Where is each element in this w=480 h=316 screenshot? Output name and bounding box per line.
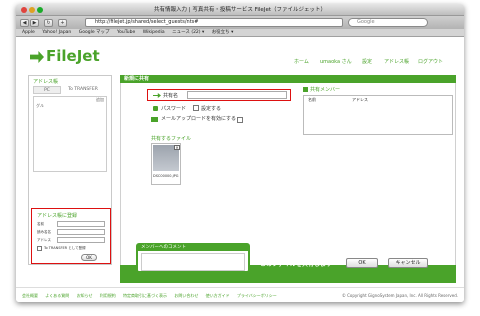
share-ok-button[interactable]: OK [346, 258, 378, 268]
group-label: グル [36, 103, 44, 108]
add-bookmark-button[interactable]: + [58, 19, 67, 27]
footer-link[interactable]: 使い方ガイド [206, 293, 230, 298]
close-window-icon[interactable] [21, 7, 27, 13]
file-thumbnail[interactable]: ✕ DSC00000.JPG [151, 143, 181, 185]
browser-window: 共有情報入力 | 写真共有・投稿サービス FileJet（ファイルジェット） ◀… [16, 4, 464, 302]
password-set-label: 設定する [201, 106, 222, 112]
members-title: 共有メンバー [310, 87, 341, 93]
register-reading-label: 読み名名 [37, 230, 51, 234]
register-transfer-label: To TRANSFER として登録 [44, 246, 86, 250]
comment-textarea[interactable] [141, 253, 245, 271]
file-name: DSC00000.JPG [153, 174, 179, 178]
share-form-panel: 共有名 パスワード 設定する メールアップロードを有効にする 共有メンバー 名前… [120, 83, 456, 265]
bookmark-item[interactable]: YouTube [117, 30, 135, 35]
footer-link[interactable]: 利用規約 [100, 293, 116, 298]
search-placeholder: Google [357, 19, 375, 25]
footer-link[interactable]: お問い合わせ [174, 293, 198, 298]
address-book-sidebar: アドレス帳 PC To TRANSFER グル 追加 アドレス帳に登録 名前 読… [28, 75, 112, 265]
page-content: FileJet ホーム umaoka さん 設定 アドレス帳 ログアウト アドレ… [16, 37, 464, 302]
forward-button[interactable]: ▶ [30, 19, 39, 27]
comment-title: メンバーへのコメント [138, 245, 248, 251]
nav-home[interactable]: ホーム [294, 58, 309, 65]
url-bar[interactable]: http://filejet.jp/shared/select_guests/n… [85, 18, 343, 27]
add-contact-button[interactable]: 追加 [96, 97, 104, 103]
bookmark-item[interactable]: ニュース (22) ▾ [172, 30, 204, 35]
register-address-label: アドレス [37, 238, 51, 242]
bookmark-item[interactable]: Yahoo! Japan [42, 30, 71, 35]
copyright: © Copyright GignoSystem Japan, Inc. All … [341, 293, 458, 298]
mail-upload-checkbox[interactable] [237, 117, 243, 123]
nav-settings[interactable]: 設定 [362, 58, 372, 65]
footer-link[interactable]: プライバシーポリシー [237, 293, 277, 298]
share-name-label: 共有名 [163, 93, 179, 99]
cancel-button[interactable]: キャンセル [388, 258, 428, 268]
members-table: 名前 アドレス [303, 95, 453, 135]
share-prompt: このファイルを共有します [260, 261, 333, 268]
minimize-window-icon[interactable] [29, 7, 35, 13]
mail-upload-label: メールアップロードを有効にする [161, 116, 237, 122]
comment-box: メンバーへのコメント [136, 243, 250, 273]
password-checkbox[interactable] [193, 105, 199, 111]
footer: 会社概要 よくある質問 お知らせ 利用規約 特定商取引に基づく表示 お問い合わせ… [16, 287, 464, 302]
filejet-logo-icon [30, 51, 44, 63]
back-button[interactable]: ◀ [20, 19, 29, 27]
contact-list[interactable]: グル 追加 [33, 96, 107, 172]
footer-link[interactable]: 特定商取引に基づく表示 [123, 293, 167, 298]
section-header: 新規に共有 [120, 75, 456, 83]
share-name-input[interactable] [187, 91, 287, 99]
nav-address-book[interactable]: アドレス帳 [384, 58, 409, 65]
logo[interactable]: FileJet [46, 47, 100, 65]
remove-file-icon[interactable]: ✕ [174, 145, 180, 150]
bookmark-item[interactable]: お役立ち ▾ [212, 30, 234, 35]
tab-to-transfer[interactable]: To TRANSFER [63, 86, 103, 94]
window-title: 共有情報入力 | 写真共有・投稿サービス FileJet（ファイルジェット） [154, 7, 326, 13]
mail-upload-icon [151, 117, 158, 122]
members-col-address: アドレス [352, 97, 368, 102]
register-name-label: 名前 [37, 222, 44, 226]
browser-toolbar: ◀ ▶ ↻ + http://filejet.jp/shared/select_… [16, 16, 464, 29]
members-col-name: 名前 [308, 97, 316, 102]
bookmarks-bar: Apple Yahoo! Japan Google マップ YouTube Wi… [16, 29, 464, 37]
password-label: パスワード [161, 106, 187, 112]
bookmark-item[interactable]: Wikipedia [143, 30, 165, 35]
bookmark-item[interactable]: Apple [22, 30, 35, 35]
reload-button[interactable]: ↻ [44, 19, 53, 27]
nav-user[interactable]: umaoka さん [320, 58, 352, 65]
sidebar-title: アドレス帳 [33, 79, 59, 85]
bookmark-item[interactable]: Google マップ [79, 30, 110, 35]
tab-pc[interactable]: PC [33, 86, 61, 94]
files-title: 共有するファイル [151, 136, 192, 142]
register-address-input[interactable] [57, 237, 105, 243]
register-name-input[interactable] [57, 221, 105, 227]
nav-logout[interactable]: ログアウト [418, 58, 443, 65]
zoom-window-icon[interactable] [37, 7, 43, 13]
register-ok-button[interactable]: OK [81, 254, 97, 261]
lock-icon [153, 106, 158, 111]
register-title: アドレス帳に登録 [37, 213, 78, 219]
footer-link[interactable]: 会社概要 [22, 293, 38, 298]
footer-link[interactable]: お知らせ [77, 293, 93, 298]
footer-link[interactable]: よくある質問 [45, 293, 69, 298]
register-reading-input[interactable] [57, 229, 105, 235]
url-text: http://filejet.jp/shared/select_guests/n… [95, 19, 199, 25]
register-transfer-checkbox[interactable] [37, 246, 42, 251]
search-input[interactable]: Google [348, 18, 428, 27]
members-icon [303, 87, 308, 92]
window-titlebar: 共有情報入力 | 写真共有・投稿サービス FileJet（ファイルジェット） [16, 4, 464, 16]
